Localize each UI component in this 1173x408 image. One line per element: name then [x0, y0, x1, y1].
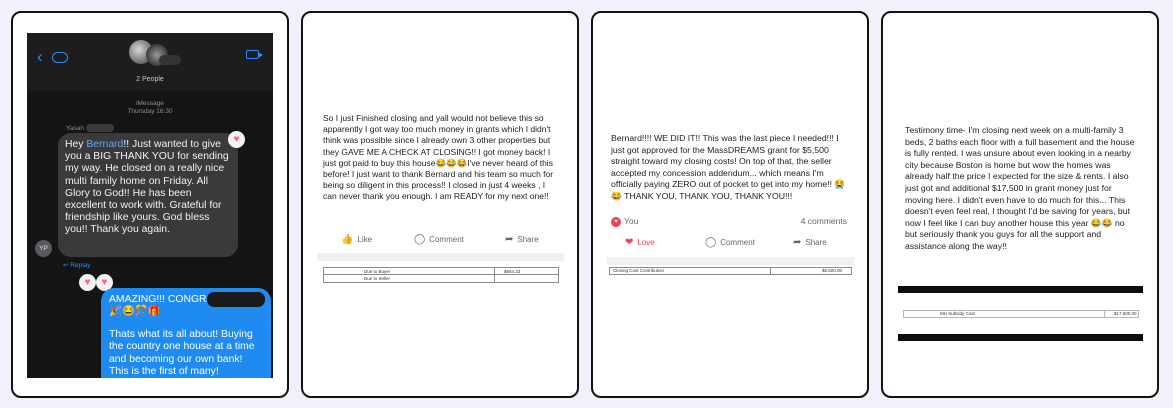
table-row: Due to Buyer $584.33: [324, 268, 558, 275]
like-button[interactable]: 👍 Like: [341, 234, 372, 245]
divider: [317, 253, 564, 261]
incoming-message-bubble[interactable]: Hey Bernard!! Just wanted to give you a …: [58, 133, 238, 257]
love-reaction-icon: ♥: [611, 216, 621, 227]
emoji-row: 🎉😂🎊🎁: [109, 306, 161, 318]
imessage-screenshot: ‹ 2 People iMessage Thursday 16:30 Yasah…: [27, 33, 273, 378]
participants-count[interactable]: 2 People: [107, 76, 193, 83]
share-button[interactable]: ➦ Share: [505, 234, 539, 245]
post-text: Testimony time- I'm closing next week on…: [905, 125, 1135, 251]
table-divider: [494, 268, 495, 282]
settlement-table: Due to Buyer $584.33 Due to Seller: [323, 267, 559, 283]
thumbs-up-icon: 👍: [341, 234, 354, 245]
testimonial-card-massdreams: Bernard!!!! WE DID IT!! This was the las…: [591, 11, 869, 398]
unread-count-badge: [52, 52, 68, 63]
comments-count[interactable]: 4 comments: [801, 216, 847, 226]
redacted-surname: [86, 124, 114, 132]
table-row: Due to Seller: [364, 276, 391, 281]
share-button[interactable]: ➦ Share: [793, 237, 827, 248]
redacted-name: [207, 292, 265, 307]
facebook-post: So I just Finished closing and yall woul…: [317, 108, 564, 301]
conversation-header: ‹ 2 People: [27, 33, 273, 91]
heart-reaction-icon[interactable]: ♥: [228, 131, 245, 148]
divider-bar: [898, 286, 1143, 293]
post-meta: ♥ You 4 comments: [611, 216, 851, 228]
redacted-name: [159, 55, 181, 65]
post-text: Bernard!!!! WE DID IT!! This was the las…: [611, 133, 846, 201]
sender-name: Yasah: [66, 125, 84, 132]
divider: [607, 257, 854, 265]
divider-bar: [898, 334, 1143, 341]
share-icon: ➦: [505, 234, 514, 245]
comment-button[interactable]: ◯ Comment: [705, 237, 755, 248]
table-divider: [770, 268, 771, 274]
heart-icon: ❤: [625, 237, 634, 248]
testimonial-card-imessage: ‹ 2 People iMessage Thursday 16:30 Yasah…: [11, 11, 289, 398]
testimony-post: Testimony time- I'm closing next week on…: [898, 69, 1143, 343]
message-timestamp: iMessage Thursday 16:30: [127, 100, 173, 115]
share-icon: ➦: [793, 237, 802, 248]
mention-link[interactable]: Bernard: [86, 139, 123, 150]
post-text: So I just Finished closing and yall woul…: [323, 113, 554, 202]
video-call-icon[interactable]: [246, 50, 263, 59]
table-divider: [1104, 311, 1105, 317]
settlement-table: Closing Cost Contribution $5,500.00: [609, 267, 852, 275]
testimonial-card-testimony: Testimony time- I'm closing next week on…: [881, 11, 1159, 398]
back-chevron-icon[interactable]: ‹: [37, 48, 43, 65]
reply-link[interactable]: ↩ Replay: [63, 261, 91, 269]
sender-avatar[interactable]: YP: [35, 240, 52, 257]
heart-reaction-icon[interactable]: ♥: [79, 274, 96, 291]
comment-icon: ◯: [705, 237, 717, 248]
settlement-table: MH Subsidy Cost $17,500.00: [903, 310, 1139, 318]
facebook-post: Bernard!!!! WE DID IT!! This was the las…: [607, 131, 854, 285]
love-button[interactable]: ❤ Love: [625, 237, 655, 248]
reactor-name[interactable]: You: [624, 216, 638, 226]
testimonial-card-closing: So I just Finished closing and yall woul…: [301, 11, 579, 398]
comment-icon: ◯: [414, 234, 426, 245]
comment-button[interactable]: ◯ Comment: [414, 234, 464, 245]
